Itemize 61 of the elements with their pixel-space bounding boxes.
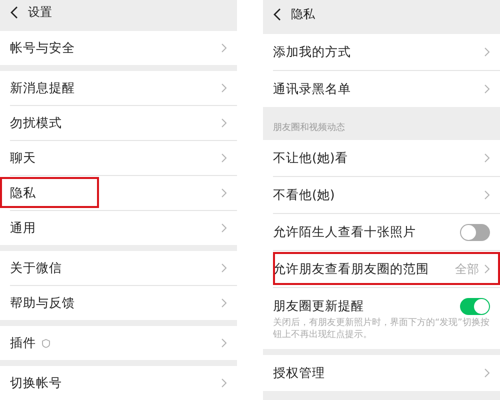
chevron-icon xyxy=(221,338,227,348)
section-header: 朋友圈和视频动态 xyxy=(272,122,346,134)
list-item[interactable]: 勿扰模式 xyxy=(0,105,237,140)
list-item[interactable]: 切换帐号 xyxy=(0,366,237,400)
list-item[interactable]: 新消息提醒 xyxy=(0,71,237,105)
item-label: 允许陌生人查看十张照片 xyxy=(273,222,416,240)
item-label: 勿扰模式 xyxy=(10,114,62,132)
item-value: 全部 xyxy=(455,260,479,278)
chevron-icon xyxy=(221,298,227,308)
item-label: 关于微信 xyxy=(10,258,62,276)
chevron-icon xyxy=(484,190,490,200)
item-label: 隐私 xyxy=(10,184,36,202)
chevron-icon xyxy=(221,378,227,388)
item-label: 帐号与安全 xyxy=(10,38,75,56)
list-item[interactable]: 允许朋友查看朋友圈的范围 全部 xyxy=(263,250,500,287)
back-icon[interactable] xyxy=(273,8,281,20)
chevron-icon xyxy=(484,368,490,378)
list-item[interactable]: 朋友圈更新提醒 关闭后，有朋友更新照片时，界面下方的“发现”切换按钮上不再出现红点提示。 xyxy=(263,287,500,350)
item-label: 授权管理 xyxy=(273,364,325,382)
list-item[interactable]: 帐号与安全 xyxy=(0,31,237,65)
item-label: 添加我的方式 xyxy=(273,42,351,60)
item-label: 朋友圈更新提醒 xyxy=(273,296,364,314)
list-item[interactable]: 关于微信 xyxy=(0,251,237,285)
list-item[interactable]: 通讯录黑名单 xyxy=(263,70,500,107)
list-item[interactable]: 允许陌生人查看十张照片 xyxy=(263,213,500,250)
chevron-icon xyxy=(484,153,490,163)
item-label: 允许朋友查看朋友圈的范围 xyxy=(273,260,429,278)
item-label: 切换帐号 xyxy=(10,374,62,392)
list-item[interactable]: 聊天 xyxy=(0,140,237,175)
chevron-icon xyxy=(221,153,227,163)
item-label: 插件 xyxy=(10,334,36,352)
item-label: 不看他(她) xyxy=(273,186,335,204)
item-label: 聊天 xyxy=(10,148,36,166)
chevron-icon xyxy=(221,83,227,93)
back-icon[interactable] xyxy=(10,6,18,19)
item-label: 不让他(她)看 xyxy=(273,148,348,166)
chevron-icon xyxy=(221,263,227,273)
list-item[interactable]: 添加我的方式 xyxy=(263,34,500,70)
chevron-icon xyxy=(221,188,227,198)
toggle-switch[interactable] xyxy=(460,224,490,240)
item-label: 通用 xyxy=(10,218,36,236)
list-item[interactable]: 不看他(她) xyxy=(263,176,500,213)
item-label: 通讯录黑名单 xyxy=(273,80,351,98)
chevron-icon xyxy=(221,118,227,128)
chevron-icon xyxy=(221,223,227,233)
item-label: 帮助与反馈 xyxy=(10,294,75,312)
screen-title: 设置 xyxy=(28,4,52,21)
list-item[interactable]: 插件 xyxy=(0,326,237,360)
list-item[interactable]: 授权管理 xyxy=(263,355,500,392)
list-item[interactable]: 通用 xyxy=(0,210,237,245)
chevron-icon xyxy=(484,47,490,57)
chevron-icon xyxy=(221,43,227,53)
item-description: 关闭后，有朋友更新照片时，界面下方的“发现”切换按钮上不再出现红点提示。 xyxy=(273,318,490,342)
toggle-switch[interactable] xyxy=(460,298,490,314)
item-label: 新消息提醒 xyxy=(10,78,75,96)
list-item[interactable]: 隐私 xyxy=(0,175,237,210)
screen-title: 隐私 xyxy=(291,6,315,22)
chevron-icon xyxy=(484,264,490,274)
chevron-icon xyxy=(484,84,490,94)
list-item[interactable]: 帮助与反馈 xyxy=(0,285,237,320)
list-item[interactable]: 不让他(她)看 xyxy=(263,140,500,176)
